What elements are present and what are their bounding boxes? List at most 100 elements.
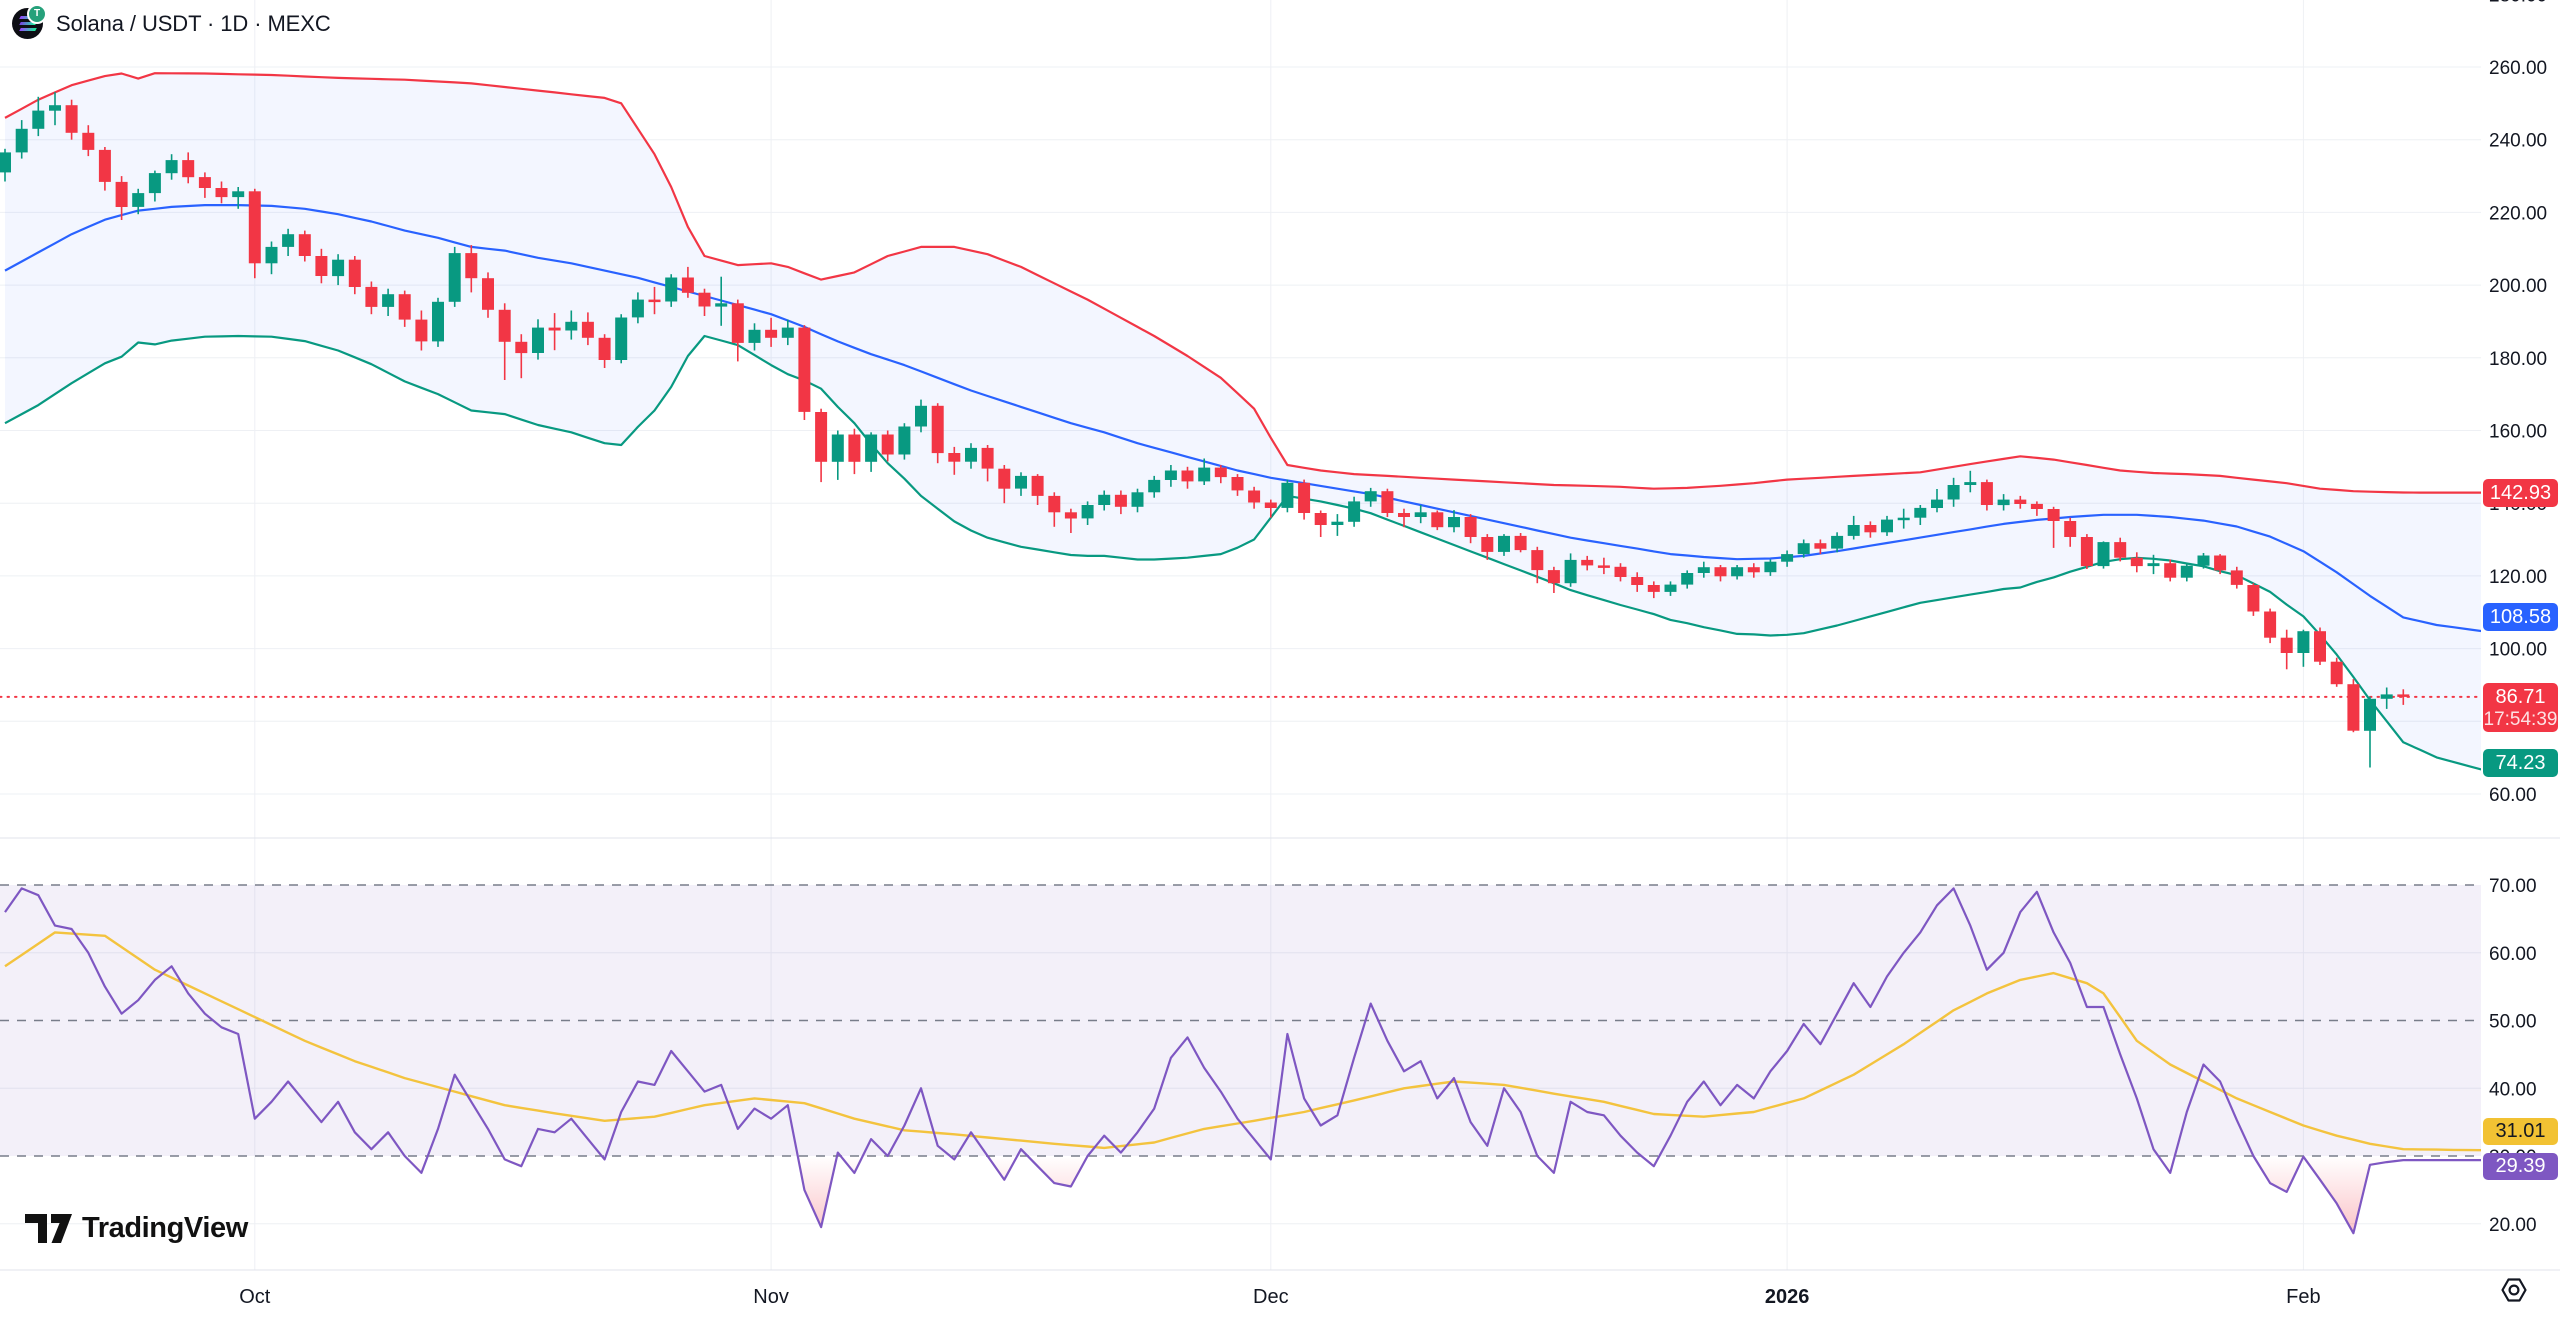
candle — [2247, 585, 2259, 612]
candle — [2281, 638, 2293, 653]
price-axis-label: 260.00 — [2489, 58, 2547, 79]
candle — [415, 320, 427, 342]
rsi-value-badge: 29.39 — [2483, 1153, 2558, 1180]
candle — [699, 293, 711, 307]
candle — [32, 111, 44, 129]
candle — [299, 234, 311, 256]
rsi-axis-label: 70.00 — [2489, 876, 2537, 897]
candle — [1132, 492, 1144, 507]
candle — [1248, 491, 1260, 503]
price-axis-label: 220.00 — [2489, 203, 2547, 224]
rsi-axis[interactable]: 70.0060.0050.0040.0030.0020.00 — [2489, 876, 2537, 1236]
candle — [1648, 585, 1660, 592]
candle — [1331, 522, 1343, 525]
candle — [2347, 684, 2359, 731]
candle — [1481, 537, 1493, 552]
candle — [482, 278, 494, 310]
candle — [1814, 543, 1826, 549]
candle — [2014, 500, 2026, 504]
time-axis-label: Feb — [2286, 1286, 2320, 1308]
candle — [848, 435, 860, 462]
candle — [1098, 495, 1110, 505]
candle — [132, 193, 144, 207]
tradingview-logo-text: TradingView — [82, 1212, 248, 1245]
candle — [166, 160, 178, 173]
candle — [99, 150, 111, 182]
candle — [1015, 476, 1027, 489]
candle — [66, 105, 78, 133]
candle — [1398, 513, 1410, 517]
candle — [432, 302, 444, 342]
price-axis-label: 100.00 — [2489, 640, 2547, 661]
symbol-header[interactable]: T Solana / USDT · 1D · MEXC — [12, 8, 331, 39]
candle — [2114, 542, 2126, 558]
price-axis-label: 180.00 — [2489, 349, 2547, 370]
candle — [2181, 566, 2193, 578]
candle — [948, 453, 960, 462]
candle — [1881, 520, 1893, 533]
candle — [349, 260, 361, 287]
chart-canvas[interactable]: 280.00260.00240.00220.00200.00180.00160.… — [0, 0, 2560, 1320]
tradingview-logo[interactable]: TradingView — [25, 1212, 248, 1245]
candle — [465, 253, 477, 278]
candle — [1348, 501, 1360, 521]
candle — [1215, 468, 1227, 478]
pane-settings-gear-icon[interactable] — [2501, 1277, 2529, 1303]
rsi-oversold-fill — [405, 1156, 2504, 1233]
bollinger-bands — [5, 73, 2503, 775]
candle — [1365, 491, 1377, 501]
candle — [998, 469, 1010, 489]
candle — [315, 256, 327, 276]
candle — [1531, 550, 1543, 570]
candle — [1581, 560, 1593, 566]
bb-upper-value-badge: 142.93 — [2483, 479, 2558, 507]
candle — [932, 406, 944, 453]
candle — [2098, 542, 2110, 566]
candle — [582, 322, 594, 338]
candle — [982, 448, 994, 469]
candle — [549, 328, 561, 331]
candle — [1515, 536, 1527, 550]
candle — [832, 435, 844, 462]
candle — [2231, 570, 2243, 585]
candle — [749, 330, 761, 343]
candle — [515, 342, 527, 353]
candle — [2164, 563, 2176, 578]
candle — [2331, 662, 2343, 685]
candle — [915, 406, 927, 427]
candle — [1598, 565, 1610, 568]
last-price-text: 86.71 — [2483, 683, 2558, 711]
candle — [1798, 543, 1810, 554]
candle — [2364, 699, 2376, 731]
candle — [365, 287, 377, 307]
price-axis-label: 60.00 — [2489, 785, 2537, 806]
candle — [199, 177, 211, 188]
candle — [1715, 567, 1727, 576]
rsi-axis-label: 60.00 — [2489, 944, 2537, 965]
time-axis-label: Dec — [1253, 1286, 1289, 1308]
candle — [249, 191, 261, 263]
candle — [1431, 512, 1443, 527]
candle — [332, 260, 344, 276]
candle — [882, 435, 894, 455]
candle — [2314, 631, 2326, 662]
price-axis-label: 240.00 — [2489, 131, 2547, 152]
time-axis[interactable]: OctNovDec2026Feb — [239, 1286, 2320, 1308]
tradingview-mark-icon — [25, 1214, 72, 1243]
bb-lower-value-badge: 74.23 — [2483, 749, 2558, 777]
candle — [1182, 471, 1194, 482]
candle — [282, 234, 294, 247]
candle — [665, 278, 677, 302]
candle — [632, 300, 644, 318]
candle — [2264, 612, 2276, 638]
solana-bar-icon — [19, 28, 37, 31]
candle — [1748, 567, 1760, 572]
candle — [266, 247, 278, 263]
candle — [232, 191, 244, 197]
candle — [1115, 495, 1127, 507]
rsi-axis-label: 50.00 — [2489, 1012, 2537, 1033]
candle — [1848, 525, 1860, 536]
candle — [2297, 631, 2309, 653]
candle — [1448, 517, 1460, 527]
candle — [2081, 537, 2093, 566]
